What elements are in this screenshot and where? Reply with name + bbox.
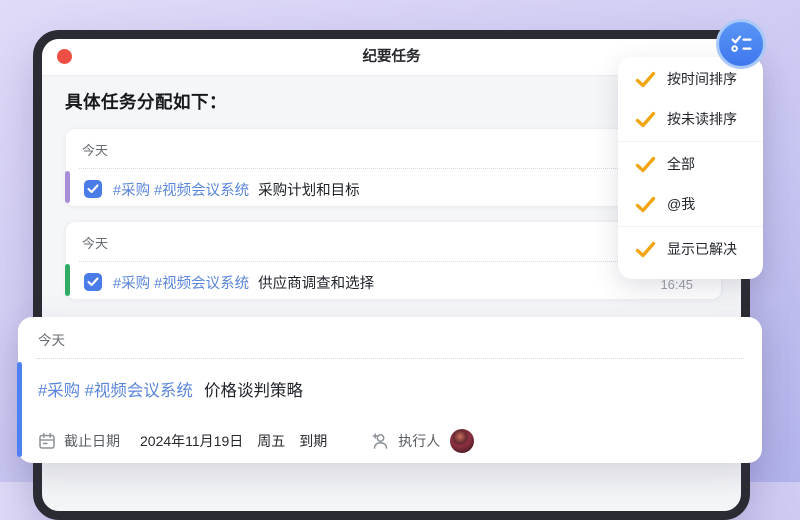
dotted-divider [36, 358, 744, 359]
group-date-label: 今天 [82, 143, 109, 158]
task-tags[interactable]: #采购 #视频会议系统 [38, 377, 193, 401]
add-assignee-icon [371, 432, 390, 450]
check-icon [87, 184, 99, 194]
menu-item-all[interactable]: 全部 [618, 144, 763, 184]
menu-item-show-resolved[interactable]: 显示已解决 [618, 229, 763, 269]
dotted-divider [79, 168, 708, 169]
task-timestamp: 16:45 [660, 277, 693, 292]
page-title: 具体任务分配如下： [65, 92, 227, 112]
task-tags[interactable]: #采购 #视频会议系统 [113, 179, 249, 200]
menu-item-label: @我 [667, 196, 696, 212]
check-icon [87, 277, 99, 287]
menu-item-label: 全部 [667, 156, 695, 172]
detail-task-row[interactable]: #采购 #视频会议系统 价格谈判策略 [38, 377, 303, 401]
due-date-value[interactable]: 2024年11月19日 [140, 431, 243, 451]
check-icon [635, 196, 656, 212]
due-date-label[interactable]: 截止日期 [64, 431, 120, 451]
checklist-icon [730, 35, 752, 52]
task-checkbox[interactable] [84, 273, 102, 291]
assignee-avatar[interactable] [450, 429, 475, 453]
task-row[interactable]: #采购 #视频会议系统 供应商调查和选择 [84, 271, 374, 293]
detail-accent-bar [17, 362, 22, 457]
task-accent-bar [65, 171, 70, 203]
task-accent-bar [65, 264, 70, 296]
menu-item-label: 按未读排序 [667, 111, 737, 127]
assignee-label[interactable]: 执行人 [398, 431, 440, 451]
menu-item-label: 按时间排序 [667, 71, 737, 87]
due-weekday: 周五 [257, 433, 286, 449]
calendar-icon [38, 432, 56, 450]
dotted-divider [79, 261, 708, 262]
check-icon [635, 111, 656, 127]
menu-item-label: 显示已解决 [667, 241, 737, 257]
filter-sort-menu: 按时间排序 按未读排序 全部 @我 显示已解决 [618, 57, 763, 279]
task-title[interactable]: 价格谈判策略 [204, 377, 303, 401]
check-icon [635, 241, 656, 257]
task-title[interactable]: 采购计划和目标 [258, 179, 360, 200]
check-icon [635, 156, 656, 172]
menu-item-sort-by-unread[interactable]: 按未读排序 [618, 99, 763, 139]
detail-date-label: 今天 [38, 333, 65, 348]
group-date-label: 今天 [82, 236, 109, 251]
task-tags[interactable]: #采购 #视频会议系统 [113, 272, 249, 293]
task-checkbox[interactable] [84, 180, 102, 198]
task-row[interactable]: #采购 #视频会议系统 采购计划和目标 [84, 178, 360, 200]
menu-divider [618, 226, 763, 227]
menu-divider [618, 141, 763, 142]
due-status: 到期 [299, 433, 328, 449]
task-detail-card: 今天 #采购 #视频会议系统 价格谈判策略 截止日期 2024年11月19日 周… [17, 317, 762, 463]
task-title[interactable]: 供应商调查和选择 [258, 272, 374, 293]
detail-meta-row: 截止日期 2024年11月19日 周五 到期 执行人 [38, 427, 475, 455]
task-filter-button[interactable] [716, 19, 766, 69]
menu-item-mention-me[interactable]: @我 [618, 184, 763, 224]
check-icon [635, 71, 656, 87]
